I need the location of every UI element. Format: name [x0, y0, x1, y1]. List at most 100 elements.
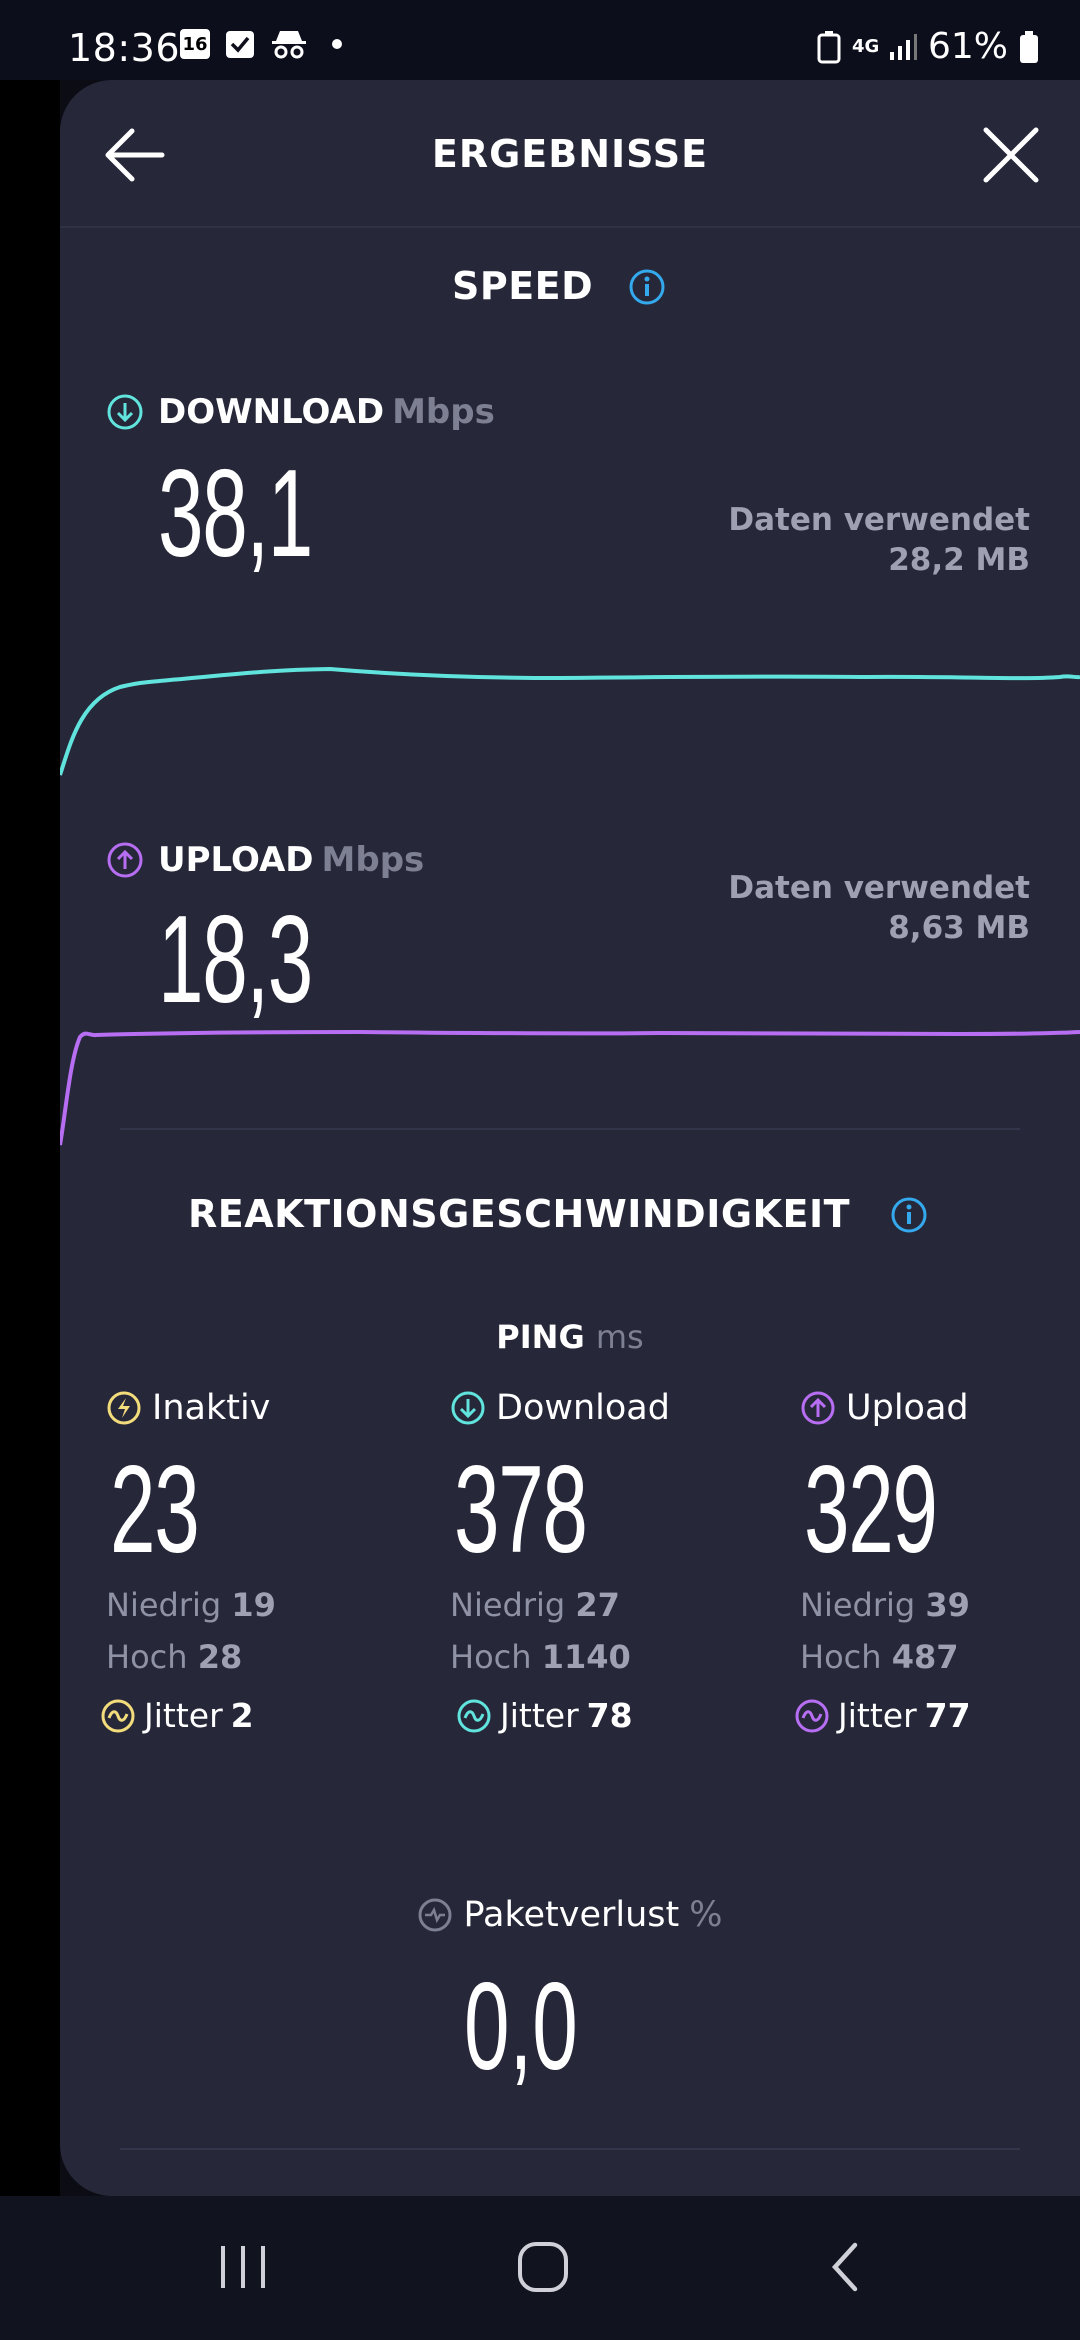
- checklist-icon: [226, 31, 254, 58]
- download-label: DOWNLOAD Mbps: [106, 392, 495, 432]
- ping-idle-low-label: Niedrig: [106, 1586, 222, 1624]
- ping-download-jitter: Jitter 78: [456, 1696, 750, 1735]
- recents-icon: [221, 2246, 265, 2288]
- ping-idle-label-text: Inaktiv: [152, 1388, 271, 1428]
- upload-data-used-label: Daten verwendet: [728, 870, 1030, 906]
- ping-unit: ms: [595, 1318, 644, 1356]
- download-data-used-value: 28,2 MB: [888, 542, 1030, 578]
- ping-upload-high: Hoch 487: [800, 1638, 1080, 1676]
- download-jitter-icon: [457, 1699, 491, 1732]
- packet-loss-value: 0,0: [464, 1958, 578, 2096]
- ping-upload-jitter-value: 77: [924, 1696, 971, 1735]
- upload-label: UPLOAD Mbps: [106, 840, 424, 880]
- recents-button[interactable]: [198, 2232, 288, 2302]
- ping-idle-high-value: 28: [197, 1638, 243, 1676]
- idle-jitter-icon: [101, 1699, 135, 1732]
- ping-upload-low: Niedrig 39: [800, 1586, 1080, 1624]
- upload-data-used-value: 8,63 MB: [888, 910, 1030, 946]
- download-data-used: Daten verwendet 28,2 MB: [728, 500, 1030, 580]
- close-icon[interactable]: [976, 120, 1046, 190]
- ping-upload-low-value: 39: [925, 1586, 970, 1624]
- packet-loss: Paketverlust %: [60, 1895, 1080, 1937]
- upload-speed-value: 18,3: [158, 891, 313, 1029]
- background-app-edge: [0, 80, 60, 2196]
- responsiveness-section-title: REAKTIONSGESCHWINDIGKEIT: [188, 1192, 851, 1236]
- home-button[interactable]: [498, 2232, 588, 2302]
- ping-upload-high-label: Hoch: [800, 1638, 882, 1676]
- system-nav-bar: [0, 2196, 1080, 2340]
- ping-download-low-value: 27: [575, 1586, 620, 1624]
- signal-icon: [889, 33, 917, 60]
- battery-icon: [1020, 30, 1038, 63]
- ping-upload-jitter-label: Jitter: [838, 1696, 917, 1735]
- ping-column-upload: Upload 329 Niedrig 39 Hoch 487 Jitter 77: [795, 1388, 1080, 1735]
- packet-loss-icon: [418, 1898, 452, 1932]
- upload-speed-graph: [60, 1029, 1080, 1146]
- packet-loss-label: Paketverlust %: [417, 1895, 723, 1935]
- ping-download-value: 378: [454, 1441, 588, 1579]
- dot-icon: [332, 39, 342, 49]
- ping-upload-label: Upload: [800, 1388, 1080, 1428]
- ping-upload-value: 329: [804, 1441, 938, 1579]
- download-unit: Mbps: [392, 392, 495, 432]
- calendar-icon: 16: [180, 29, 210, 59]
- download-label-text: DOWNLOAD: [158, 392, 385, 432]
- header: ERGEBNISSE: [60, 80, 1080, 228]
- ping-upload-jitter: Jitter 77: [794, 1696, 1080, 1735]
- page-title: ERGEBNISSE: [431, 132, 709, 176]
- ping-upload-high-value: 487: [891, 1638, 959, 1676]
- ping-idle-low: Niedrig 19: [106, 1586, 406, 1624]
- ping-upload-arrow-icon: [801, 1391, 835, 1425]
- calendar-day: 16: [182, 34, 208, 55]
- ping-download-label-text: Download: [496, 1388, 670, 1428]
- ping-download-high-label: Hoch: [450, 1638, 532, 1676]
- upload-jitter-icon: [795, 1699, 829, 1732]
- idle-lightning-icon: [107, 1391, 141, 1425]
- ping-download-arrow-icon: [451, 1391, 485, 1425]
- download-arrow-icon: [107, 394, 143, 430]
- ping-idle-low-value: 19: [231, 1586, 276, 1624]
- section-divider: [120, 1128, 1020, 1130]
- download-data-used-label: Daten verwendet: [728, 502, 1030, 538]
- ping-upload-low-label: Niedrig: [800, 1586, 916, 1624]
- status-notification-icons: 16: [180, 28, 342, 60]
- status-system-icons: 4G 61%: [816, 26, 1040, 67]
- ping-idle-jitter-value: 2: [230, 1696, 254, 1735]
- ping-download-high: Hoch 1140: [450, 1638, 750, 1676]
- upload-label-text: UPLOAD: [158, 840, 314, 880]
- upload-arrow-icon: [107, 842, 143, 878]
- packet-loss-unit: %: [689, 1895, 723, 1935]
- home-icon: [518, 2242, 568, 2292]
- speed-section-title: SPEED: [452, 264, 594, 308]
- download-speed-graph: [60, 666, 1080, 776]
- ping-upload-label-text: Upload: [846, 1388, 969, 1428]
- ping-download-high-value: 1140: [541, 1638, 631, 1676]
- status-bar: 18:36 16 4G 61%: [0, 0, 1080, 80]
- back-button[interactable]: [800, 2232, 890, 2302]
- ping-download-jitter-value: 78: [586, 1696, 633, 1735]
- results-sheet: ERGEBNISSE SPEED DOWNLOAD Mbps 38,1 Date…: [60, 80, 1080, 2196]
- ping-column-idle: Inaktiv 23 Niedrig 19 Hoch 28 Jitter 2: [101, 1388, 406, 1735]
- packet-loss-label-text: Paketverlust: [463, 1895, 680, 1935]
- speed-info-icon[interactable]: [628, 268, 666, 306]
- bottom-divider: [120, 2148, 1020, 2150]
- download-speed-value: 38,1: [158, 445, 313, 583]
- ping-download-low: Niedrig 27: [450, 1586, 750, 1624]
- status-time: 18:36: [68, 26, 181, 70]
- ping-download-label: Download: [450, 1388, 750, 1428]
- ping-title: PING ms: [60, 1318, 1080, 1356]
- incognito-icon: [272, 31, 306, 59]
- ping-idle-label: Inaktiv: [106, 1388, 406, 1428]
- ping-download-jitter-label: Jitter: [500, 1696, 579, 1735]
- ping-label: PING: [496, 1318, 585, 1356]
- responsiveness-info-icon[interactable]: [890, 1196, 928, 1234]
- ping-idle-jitter-label: Jitter: [144, 1696, 223, 1735]
- ping-idle-value: 23: [110, 1441, 200, 1579]
- nav-back-icon: [831, 2242, 858, 2292]
- upload-data-used: Daten verwendet 8,63 MB: [728, 868, 1030, 948]
- ping-idle-jitter: Jitter 2: [100, 1696, 406, 1735]
- battery-saver-icon: [817, 30, 841, 63]
- network-type: 4G: [851, 35, 880, 57]
- upload-unit: Mbps: [321, 840, 425, 880]
- ping-column-download: Download 378 Niedrig 27 Hoch 1140 Jitter…: [450, 1388, 750, 1735]
